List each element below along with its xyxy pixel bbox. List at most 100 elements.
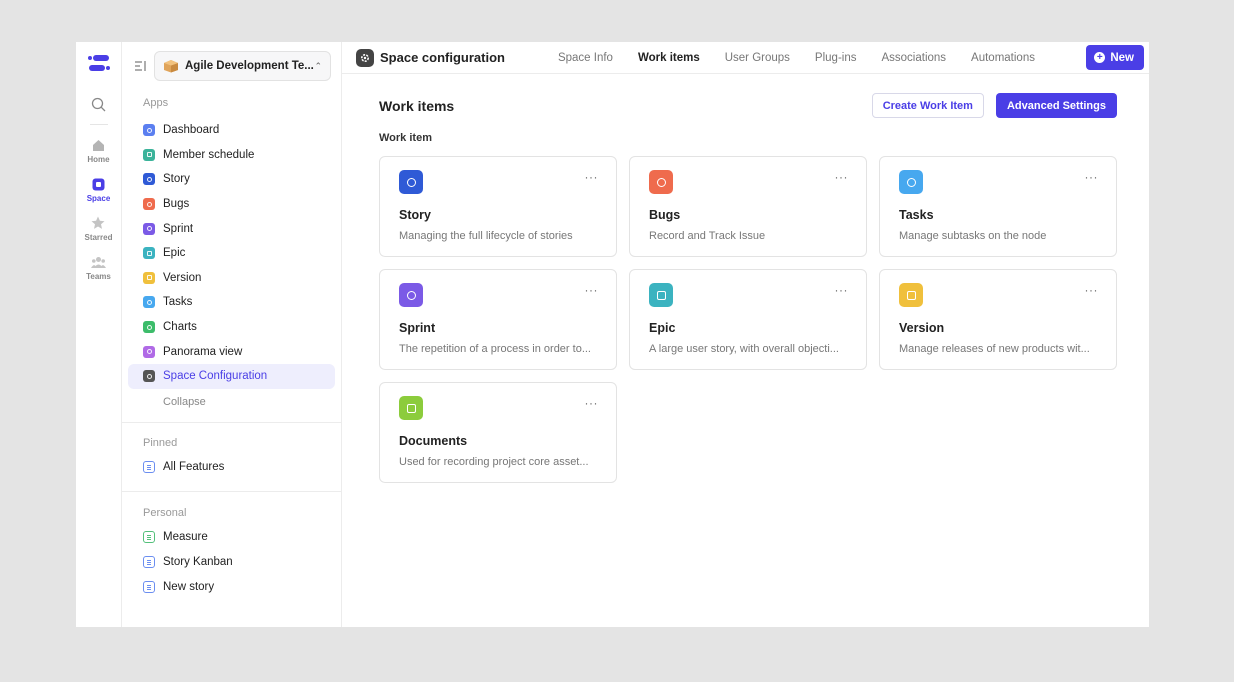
sidebar: Agile Development Te... ⌃ Apps Dashboard…: [122, 42, 342, 627]
epic-icon: [143, 247, 155, 260]
work-item-card-version[interactable]: ··· Version Manage releases of new produ…: [879, 269, 1117, 370]
tab-user-groups[interactable]: User Groups: [725, 52, 790, 64]
main-area: Space configuration Space Info Work item…: [342, 42, 1149, 627]
space-icon: [90, 176, 106, 192]
tab-associations[interactable]: Associations: [881, 52, 946, 64]
tab-automations[interactable]: Automations: [971, 52, 1035, 64]
new-button[interactable]: + New: [1086, 45, 1144, 70]
advanced-settings-button[interactable]: Advanced Settings: [995, 93, 1117, 118]
apps-list: Dashboard Member schedule Story Bugs Spr…: [122, 118, 341, 389]
more-icon[interactable]: ···: [835, 284, 849, 296]
sidebar-item-space-configuration[interactable]: Space Configuration: [128, 363, 335, 389]
card-description: Manage subtasks on the node: [899, 230, 1047, 242]
sidebar-item-sprint[interactable]: Sprint: [128, 216, 335, 241]
bug-icon: [649, 170, 673, 194]
collapse-link[interactable]: Collapse: [122, 396, 341, 412]
sidebar-item-new-story[interactable]: New story: [128, 574, 335, 599]
new-button-label: New: [1110, 51, 1134, 64]
card-title: Sprint: [399, 321, 436, 335]
sidebar-item-all-features[interactable]: All Features: [128, 455, 335, 480]
more-icon[interactable]: ···: [835, 171, 849, 183]
list-icon: [143, 460, 155, 473]
more-icon[interactable]: ···: [585, 397, 599, 409]
rail-item-home[interactable]: Home: [87, 137, 110, 164]
collapse-sidebar-icon[interactable]: [132, 58, 148, 74]
card-description: Used for recording project core asset...: [399, 456, 589, 468]
sidebar-item-story-kanban[interactable]: Story Kanban: [128, 550, 335, 575]
sidebar-header: Agile Development Te... ⌃: [122, 42, 341, 82]
chevron-updown-icon: ⌃: [314, 60, 322, 71]
sidebar-item-dashboard[interactable]: Dashboard: [128, 118, 335, 143]
space-selector[interactable]: Agile Development Te... ⌃: [154, 51, 331, 81]
work-item-card-bugs[interactable]: ··· Bugs Record and Track Issue: [629, 156, 867, 257]
sidebar-item-label: Panorama view: [163, 345, 243, 358]
content-header: Work items Create Work Item Advanced Set…: [379, 93, 1117, 118]
sidebar-item-version[interactable]: Version: [128, 266, 335, 291]
rail-divider: [89, 124, 108, 125]
tab-space-info[interactable]: Space Info: [558, 52, 613, 64]
sidebar-item-label: Member schedule: [163, 148, 255, 161]
sidebar-item-label: Story: [163, 173, 190, 186]
sidebar-item-label: Story Kanban: [163, 556, 233, 569]
sidebar-item-charts[interactable]: Charts: [128, 315, 335, 340]
create-work-item-button[interactable]: Create Work Item: [871, 93, 984, 118]
rail-item-space[interactable]: Space: [87, 176, 110, 203]
task-icon: [143, 296, 155, 309]
sidebar-item-label: Measure: [163, 531, 208, 544]
card-description: Record and Track Issue: [649, 230, 766, 242]
sidebar-item-label: Tasks: [163, 296, 193, 309]
app-logo-icon[interactable]: [86, 52, 112, 74]
sidebar-item-bugs[interactable]: Bugs: [128, 192, 335, 217]
work-item-card-tasks[interactable]: ··· Tasks Manage subtasks on the node: [879, 156, 1117, 257]
work-item-card-epic[interactable]: ··· Epic A large user story, with overal…: [629, 269, 867, 370]
story-icon: [399, 170, 423, 194]
sidebar-item-label: Epic: [163, 247, 186, 260]
search-icon[interactable]: [87, 92, 111, 116]
sidebar-item-member-schedule[interactable]: Member schedule: [128, 143, 335, 168]
work-item-card-documents[interactable]: ··· Documents Used for recording project…: [379, 382, 617, 483]
tab-work-items[interactable]: Work items: [638, 52, 700, 64]
star-icon: [90, 215, 106, 231]
tab-plug-ins[interactable]: Plug-ins: [815, 52, 857, 64]
gear-icon: [356, 48, 374, 67]
space-name: Agile Development Te...: [185, 60, 314, 72]
sidebar-divider: [122, 491, 341, 493]
card-description: Manage releases of new products wit...: [899, 343, 1090, 355]
card-title: Version: [899, 321, 945, 335]
rail-item-starred[interactable]: Starred: [84, 215, 113, 242]
sidebar-item-label: Bugs: [163, 198, 190, 211]
more-icon[interactable]: ···: [585, 171, 599, 183]
sidebar-item-story[interactable]: Story: [128, 167, 335, 192]
card-title: Epic: [649, 321, 676, 335]
sidebar-item-label: Dashboard: [163, 124, 220, 137]
list-icon: [143, 556, 155, 569]
sprint-icon: [143, 222, 155, 235]
more-icon[interactable]: ···: [1085, 171, 1099, 183]
card-description: The repetition of a process in order to.…: [399, 343, 591, 355]
sidebar-item-label: All Features: [163, 460, 225, 473]
sidebar-item-panorama-view[interactable]: Panorama view: [128, 339, 335, 364]
chart-icon: [143, 321, 155, 334]
plus-icon: +: [1094, 52, 1106, 63]
work-item-label: Work item: [379, 132, 432, 144]
rail-label: Home: [87, 155, 110, 164]
work-item-card-story[interactable]: ··· Story Managing the full lifecycle of…: [379, 156, 617, 257]
sidebar-item-label: Space Configuration: [163, 370, 268, 383]
version-icon: [899, 283, 923, 307]
documents-icon: [399, 396, 423, 420]
app-window: Home Space Starred Teams Agile Developme…: [76, 42, 1149, 627]
list-icon: [143, 531, 155, 544]
sidebar-item-tasks[interactable]: Tasks: [128, 290, 335, 315]
panorama-icon: [143, 345, 155, 358]
work-item-card-sprint[interactable]: ··· Sprint The repetition of a process i…: [379, 269, 617, 370]
teams-icon: [90, 254, 106, 270]
more-icon[interactable]: ···: [1085, 284, 1099, 296]
more-icon[interactable]: ···: [585, 284, 599, 296]
epic-icon: [649, 283, 673, 307]
sidebar-item-measure[interactable]: Measure: [128, 525, 335, 550]
card-title: Documents: [399, 434, 468, 448]
schedule-icon: [143, 148, 155, 161]
sidebar-item-label: Sprint: [163, 222, 194, 235]
sidebar-item-epic[interactable]: Epic: [128, 241, 335, 266]
rail-item-teams[interactable]: Teams: [86, 254, 111, 281]
